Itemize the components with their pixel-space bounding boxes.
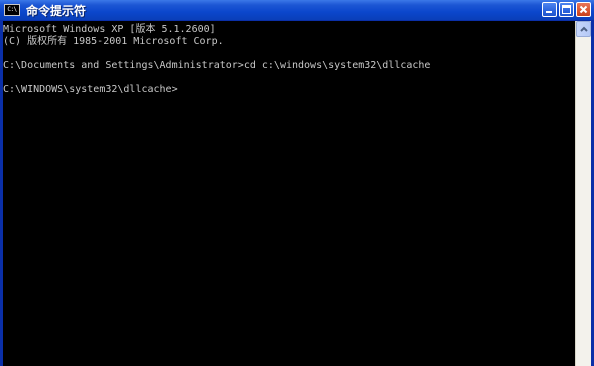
minimize-icon [546,11,552,13]
maximize-button[interactable] [559,2,574,17]
scroll-up-button[interactable] [576,21,591,37]
title-bar[interactable]: C:\ 命令提示符 [0,0,594,20]
vertical-scrollbar[interactable] [575,21,591,366]
cmd-icon[interactable]: C:\ [4,4,20,16]
chevron-up-icon [580,26,588,32]
console-output[interactable]: Microsoft Windows XP [版本 5.1.2600] (C) 版… [3,21,575,366]
maximize-icon [562,5,571,14]
minimize-button[interactable] [542,2,557,17]
scroll-track[interactable] [576,37,591,366]
cmd-window: C:\ 命令提示符 Microsoft Windows XP [版本 5.1.2… [0,0,594,366]
console-line-version: Microsoft Windows XP [版本 5.1.2600] [3,24,216,35]
window-controls [542,2,591,17]
close-button[interactable] [576,2,591,17]
console-line-command: C:\Documents and Settings\Administrator>… [3,60,431,71]
console-lines: Microsoft Windows XP [版本 5.1.2600] (C) 版… [3,24,430,96]
window-title: 命令提示符 [26,3,87,18]
console-line-copyright: (C) 版权所有 1985-2001 Microsoft Corp. [3,36,224,47]
console-line-prompt[interactable]: C:\WINDOWS\system32\dllcache> [3,84,430,96]
close-icon [579,5,588,14]
